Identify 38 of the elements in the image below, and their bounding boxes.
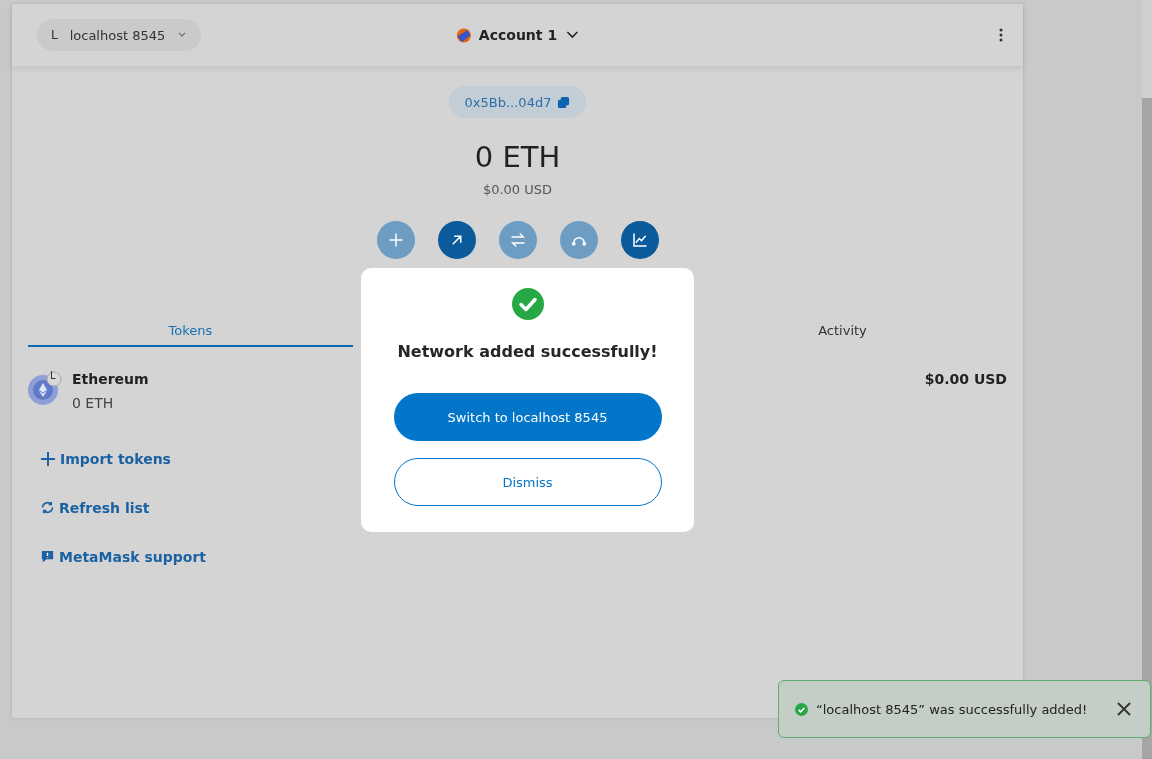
fiat-balance: $0.00 USD	[482, 182, 553, 197]
token-amount: 0 ETH	[72, 395, 115, 411]
switch-network-button[interactable]: Switch to localhost 8545	[393, 393, 662, 441]
scrollbar-thumb[interactable]	[1142, 98, 1152, 759]
network-badge-letter: L	[50, 370, 56, 381]
copy-icon	[557, 95, 571, 109]
account-selector[interactable]: Account 1	[449, 26, 586, 44]
action-link[interactable]: Import tokens	[40, 448, 171, 469]
chat-bubble-icon	[40, 549, 55, 564]
action-button[interactable]	[620, 221, 659, 259]
close-button[interactable]	[1116, 701, 1132, 717]
tab[interactable]: Activity	[680, 315, 1005, 347]
check-circle-icon	[511, 288, 544, 320]
menu-button[interactable]	[999, 28, 1003, 42]
address-pill[interactable]: 0x5Bb...04d7	[448, 86, 587, 118]
action-link[interactable]: MetaMask support	[40, 546, 207, 567]
balance-amount: 0 ETH	[474, 140, 561, 174]
tab[interactable]: Tokens	[28, 315, 353, 347]
kebab-menu-icon	[999, 28, 1003, 42]
refresh-icon	[40, 500, 55, 515]
token-value: $0.00 USD	[924, 371, 1007, 387]
close-icon	[1116, 701, 1132, 717]
plus-icon	[386, 231, 405, 249]
check-circle-icon	[795, 702, 808, 716]
plus-icon	[40, 450, 56, 467]
dismiss-button[interactable]: Dismiss	[393, 458, 662, 506]
chevron-down-icon	[177, 31, 188, 39]
action-link[interactable]: Refresh list	[40, 497, 150, 518]
chevron-down-icon	[565, 30, 580, 40]
network-selector[interactable]: L localhost 8545	[37, 19, 202, 51]
account-avatar-icon	[455, 27, 471, 43]
token-name: Ethereum	[72, 371, 149, 387]
chart-icon	[630, 231, 649, 249]
swap-arrows-icon	[508, 231, 527, 249]
dialog-title: Network added successfully!	[397, 342, 658, 361]
toast-message: “localhost 8545” was successfully added!	[816, 701, 1088, 717]
action-button[interactable]	[437, 221, 476, 259]
ethereum-token-icon	[28, 371, 62, 405]
